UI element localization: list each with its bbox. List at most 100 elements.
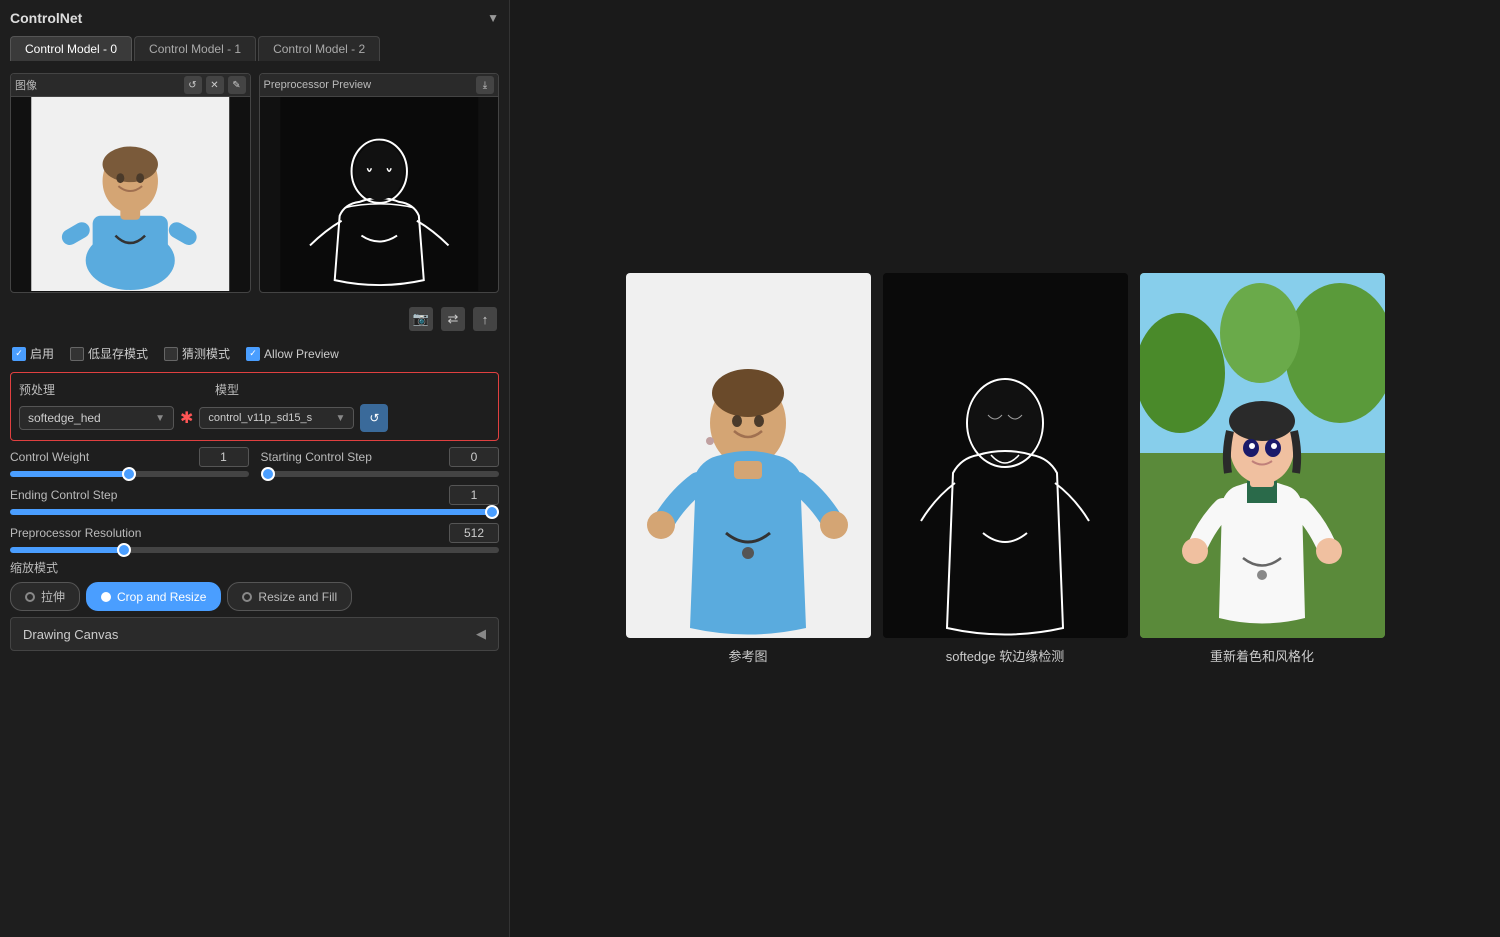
drawing-canvas-label: Drawing Canvas — [23, 627, 118, 642]
output-image-box-0 — [626, 273, 871, 638]
ending-control-input[interactable] — [10, 509, 499, 515]
scale-resize-fill-radio — [242, 592, 252, 602]
fire-icon: ✱ — [180, 408, 193, 428]
source-image-refresh-btn[interactable]: ↺ — [184, 76, 202, 94]
control-weight-label: Control Weight — [10, 450, 89, 464]
scale-resize-fill-label: Resize and Fill — [258, 590, 337, 604]
preproc-resolution-header: Preprocessor Resolution 512 — [10, 523, 499, 543]
swap-icon-btn[interactable]: ⇄ — [441, 307, 465, 331]
source-nurse-svg — [11, 97, 250, 291]
source-image-content[interactable] — [11, 97, 250, 291]
ending-control-header: Ending Control Step 1 — [10, 485, 499, 505]
control-weight-slider-row: Control Weight 1 — [10, 447, 249, 477]
scale-mode-section: 缩放模式 拉伸 Crop and Resize Resize and Fill — [10, 559, 499, 611]
edge-detection-svg — [260, 97, 499, 291]
source-image-icons: ↺ ✕ ✎ — [184, 76, 246, 94]
preproc-controls-row: softedge_hed ▼ ✱ control_v11p_sd15_s ▼ ↺ — [19, 404, 490, 432]
panel-header: ControlNet ▼ — [10, 10, 499, 26]
output-image-label-1: softedge 软边缘检测 — [946, 646, 1065, 665]
model-value: control_v11p_sd15_s — [208, 412, 312, 424]
preproc-section-label: 预处理 — [19, 381, 55, 398]
starting-control-value[interactable]: 0 — [449, 447, 499, 467]
preproc-resolution-input[interactable] — [10, 547, 499, 553]
output-edge-svg — [883, 273, 1128, 638]
source-image-close-btn[interactable]: ✕ — [206, 76, 224, 94]
preprocessor-preview-content[interactable] — [260, 97, 499, 291]
preproc-labels-row: 预处理 模型 — [19, 381, 490, 398]
control-weight-header: Control Weight 1 — [10, 447, 249, 467]
sliders-section: Control Weight 1 Starting Control Step 0… — [10, 447, 499, 553]
preprocessor-dropdown[interactable]: softedge_hed ▼ — [19, 406, 174, 430]
camera-icon-btn[interactable]: 📷 — [409, 307, 433, 331]
output-image-col-2: 重新着色和风格化 — [1140, 273, 1385, 665]
action-icons-row: 📷 ⇄ ↑ — [10, 303, 499, 335]
guess-mode-checkbox-box — [164, 347, 178, 361]
allow-preview-checkbox[interactable]: Allow Preview — [246, 347, 339, 361]
source-image-box: 图像 ↺ ✕ ✎ — [10, 73, 251, 293]
enable-checkbox[interactable]: 启用 — [12, 345, 54, 362]
output-image-box-2 — [1140, 273, 1385, 638]
output-image-box-1 — [883, 273, 1128, 638]
panel-title: ControlNet — [10, 10, 82, 26]
scale-mode-label: 缩放模式 — [10, 559, 499, 576]
images-row: 图像 ↺ ✕ ✎ — [10, 73, 499, 293]
guess-mode-checkbox[interactable]: 猜测模式 — [164, 345, 230, 362]
drawing-canvas-collapse-icon: ◀ — [476, 626, 486, 642]
ending-control-label: Ending Control Step — [10, 488, 117, 502]
scale-crop-resize-btn[interactable]: Crop and Resize — [86, 582, 221, 611]
tab-control-model-0[interactable]: Control Model - 0 — [10, 36, 132, 61]
output-images-row: 参考图 — [626, 273, 1385, 665]
scale-stretch-btn[interactable]: 拉伸 — [10, 582, 80, 611]
preprocessor-preview-label: Preprocessor Preview — [264, 79, 372, 91]
source-image-edit-btn[interactable]: ✎ — [228, 76, 246, 94]
source-image-header: 图像 ↺ ✕ ✎ — [11, 74, 250, 97]
scale-mode-buttons: 拉伸 Crop and Resize Resize and Fill — [10, 582, 499, 611]
enable-checkbox-box — [12, 347, 26, 361]
scale-resize-fill-btn[interactable]: Resize and Fill — [227, 582, 352, 611]
starting-control-header: Starting Control Step 0 — [261, 447, 500, 467]
preproc-resolution-label: Preprocessor Resolution — [10, 526, 141, 540]
scale-crop-resize-radio — [101, 592, 111, 602]
low-vram-checkbox-box — [70, 347, 84, 361]
right-panel: 参考图 — [510, 0, 1500, 937]
preprocessor-download-btn[interactable]: ⤓ — [476, 76, 494, 94]
output-image-label-0: 参考图 — [728, 646, 767, 665]
ending-control-value[interactable]: 1 — [449, 485, 499, 505]
scale-stretch-radio — [25, 592, 35, 602]
model-dropdown[interactable]: control_v11p_sd15_s ▼ — [199, 407, 354, 429]
output-nurse-svg — [626, 273, 871, 638]
output-image-col-1: softedge 软边缘检测 — [883, 273, 1128, 665]
dual-slider-row: Control Weight 1 Starting Control Step 0 — [10, 447, 499, 477]
left-panel: ControlNet ▼ Control Model - 0 Control M… — [0, 0, 510, 937]
starting-control-input[interactable] — [261, 471, 500, 477]
starting-control-label: Starting Control Step — [261, 450, 372, 464]
control-weight-value[interactable]: 1 — [199, 447, 249, 467]
source-image-label: 图像 — [15, 77, 37, 93]
preprocessor-value: softedge_hed — [28, 411, 101, 425]
preprocessor-preview-box: Preprocessor Preview ⤓ — [259, 73, 500, 293]
control-weight-input[interactable] — [10, 471, 249, 477]
model-section-label: 模型 — [215, 381, 239, 398]
scale-stretch-label: 拉伸 — [41, 588, 65, 605]
guess-mode-label: 猜测模式 — [182, 345, 230, 362]
panel-collapse-arrow[interactable]: ▼ — [487, 11, 499, 25]
allow-preview-label: Allow Preview — [264, 347, 339, 361]
output-image-col-0: 参考图 — [626, 273, 871, 665]
preproc-resolution-slider-row: Preprocessor Resolution 512 — [10, 523, 499, 553]
drawing-canvas-row[interactable]: Drawing Canvas ◀ — [10, 617, 499, 651]
output-image-label-2: 重新着色和风格化 — [1210, 646, 1314, 665]
preproc-dropdown-arrow: ▼ — [155, 413, 165, 424]
preprocessor-preview-icons: ⤓ — [476, 76, 494, 94]
low-vram-checkbox[interactable]: 低显存模式 — [70, 345, 148, 362]
tab-control-model-1[interactable]: Control Model - 1 — [134, 36, 256, 61]
preprocessor-model-section: 预处理 模型 softedge_hed ▼ ✱ control_v11p_sd1… — [10, 372, 499, 441]
low-vram-label: 低显存模式 — [88, 345, 148, 362]
scale-crop-resize-label: Crop and Resize — [117, 590, 206, 604]
output-anime-svg — [1140, 273, 1385, 638]
tab-control-model-2[interactable]: Control Model - 2 — [258, 36, 380, 61]
preprocessor-preview-header: Preprocessor Preview ⤓ — [260, 74, 499, 97]
model-refresh-btn[interactable]: ↺ — [360, 404, 388, 432]
preproc-resolution-value[interactable]: 512 — [449, 523, 499, 543]
tab-bar: Control Model - 0 Control Model - 1 Cont… — [10, 36, 499, 61]
upload-icon-btn[interactable]: ↑ — [473, 307, 497, 331]
